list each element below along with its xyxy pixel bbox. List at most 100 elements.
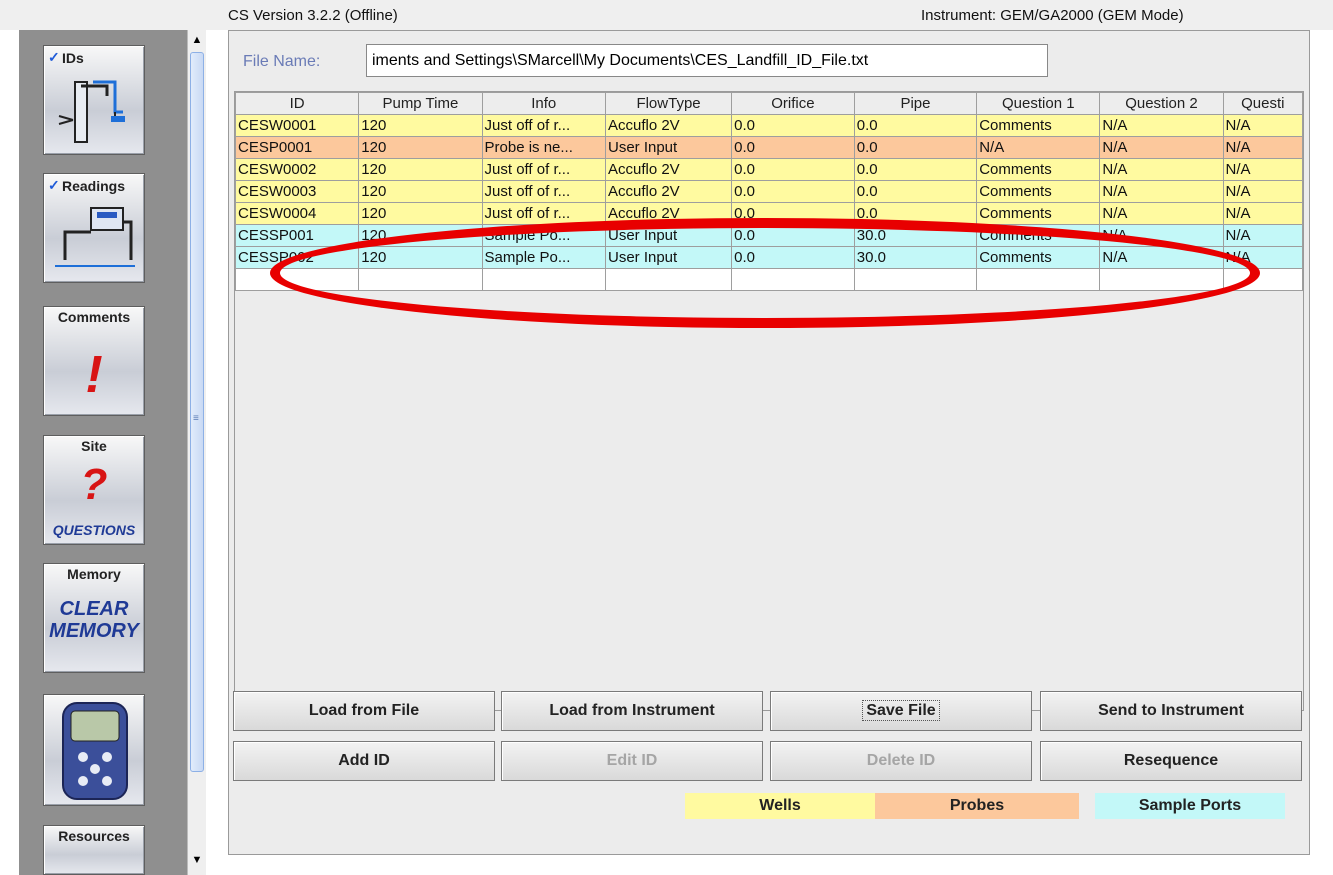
table-cell[interactable]: N/A — [1222, 180, 1303, 203]
table-cell[interactable]: Accuflo 2V — [604, 158, 733, 181]
site-button[interactable]: Site ? QUESTIONS — [43, 435, 145, 545]
toolbar-scroll-thumb[interactable]: ≡ — [190, 52, 204, 772]
table-cell[interactable] — [853, 268, 978, 291]
table-cell[interactable] — [731, 268, 855, 291]
table-cell[interactable]: CESW0001 — [235, 114, 360, 137]
table-cell[interactable]: Comments — [976, 180, 1101, 203]
load-from-instrument-button[interactable]: Load from Instrument — [501, 691, 763, 731]
table-cell[interactable]: 120 — [358, 136, 483, 159]
table-cell[interactable]: N/A — [976, 136, 1101, 159]
scroll-down-icon[interactable]: ▼ — [190, 852, 204, 868]
table-cell[interactable]: N/A — [1099, 158, 1224, 181]
table-cell[interactable]: Accuflo 2V — [604, 202, 733, 225]
table-cell[interactable]: Comments — [976, 246, 1101, 269]
table-cell[interactable]: CESW0003 — [235, 180, 360, 203]
column-header[interactable]: Info — [481, 92, 606, 115]
table-cell[interactable]: N/A — [1099, 246, 1224, 269]
table-cell[interactable]: Just off of r... — [481, 114, 606, 137]
table-cell[interactable]: 0.0 — [731, 136, 855, 159]
table-cell[interactable]: Comments — [976, 202, 1101, 225]
table-cell[interactable]: CESW0002 — [235, 158, 360, 181]
table-cell[interactable]: N/A — [1222, 246, 1303, 269]
table-cell[interactable]: N/A — [1222, 136, 1303, 159]
table-cell[interactable] — [1099, 268, 1224, 291]
table-cell[interactable]: N/A — [1099, 180, 1224, 203]
table-cell[interactable]: 120 — [358, 180, 483, 203]
table-cell[interactable] — [604, 268, 733, 291]
table-cell[interactable]: 120 — [358, 114, 483, 137]
table-cell[interactable]: User Input — [604, 246, 733, 269]
table-cell[interactable]: 120 — [358, 246, 483, 269]
table-cell[interactable]: 0.0 — [731, 158, 855, 181]
scroll-up-icon[interactable]: ▲ — [190, 32, 204, 48]
column-header[interactable]: Question 1 — [976, 92, 1101, 115]
column-header[interactable]: Question 2 — [1099, 92, 1224, 115]
table-cell[interactable]: N/A — [1222, 158, 1303, 181]
load-from-file-button[interactable]: Load from File — [233, 691, 495, 731]
edit-id-button[interactable]: Edit ID — [501, 741, 763, 781]
table-cell[interactable]: Just off of r... — [481, 158, 606, 181]
save-file-button[interactable]: Save File — [770, 691, 1032, 731]
instrument-button[interactable] — [43, 694, 145, 806]
table-cell[interactable]: 30.0 — [853, 246, 978, 269]
table-cell[interactable]: N/A — [1222, 224, 1303, 247]
table-cell[interactable]: Comments — [976, 114, 1101, 137]
table-cell[interactable] — [481, 268, 606, 291]
table-cell[interactable]: Accuflo 2V — [604, 180, 733, 203]
table-cell[interactable] — [358, 268, 483, 291]
table-cell[interactable] — [1222, 268, 1303, 291]
toolbar-scrollbar[interactable]: ▲ ≡ ▼ — [187, 30, 206, 875]
table-cell[interactable]: CESSP002 — [235, 246, 360, 269]
column-header[interactable]: Questi — [1222, 92, 1303, 115]
add-id-button[interactable]: Add ID — [233, 741, 495, 781]
table-row[interactable]: CESP0001 120 Probe is ne... User Input 0.0 0.… — [235, 136, 1303, 159]
table-cell[interactable]: N/A — [1222, 114, 1303, 137]
table-row[interactable]: CESW0003 120 Just off of r... Accuflo 2V 0.0… — [235, 180, 1303, 203]
table-cell[interactable]: User Input — [604, 136, 733, 159]
table-cell[interactable]: 0.0 — [853, 114, 978, 137]
table-row[interactable]: CESW0002 120 Just off of r... Accuflo 2V 0.0… — [235, 158, 1303, 181]
table-cell[interactable]: Comments — [976, 158, 1101, 181]
table-cell[interactable]: CESW0004 — [235, 202, 360, 225]
table-cell[interactable]: Sample Po... — [481, 224, 606, 247]
column-header[interactable]: Pipe — [853, 92, 978, 115]
resequence-button[interactable]: Resequence — [1040, 741, 1302, 781]
table-cell[interactable]: N/A — [1099, 202, 1224, 225]
table-cell[interactable]: 120 — [358, 158, 483, 181]
column-header[interactable]: ID — [235, 92, 360, 115]
table-cell[interactable]: 120 — [358, 202, 483, 225]
table-cell[interactable]: 0.0 — [731, 180, 855, 203]
empty-table-row[interactable] — [235, 268, 1303, 291]
table-cell[interactable]: 30.0 — [853, 224, 978, 247]
table-row[interactable]: CESSP002 120 Sample Po... User Input 0.0 30.0… — [235, 246, 1303, 269]
column-header[interactable]: Pump Time — [358, 92, 483, 115]
readings-button[interactable]: ✓ Readings — [43, 173, 145, 283]
table-cell[interactable]: 0.0 — [853, 180, 978, 203]
table-cell[interactable]: 0.0 — [853, 202, 978, 225]
table-cell[interactable]: 0.0 — [853, 136, 978, 159]
table-cell[interactable]: N/A — [1222, 202, 1303, 225]
table-cell[interactable] — [976, 268, 1101, 291]
resources-button[interactable]: Resources — [43, 825, 145, 875]
table-cell[interactable]: CESSP001 — [235, 224, 360, 247]
table-cell[interactable]: 0.0 — [731, 246, 855, 269]
table-cell[interactable]: 0.0 — [731, 224, 855, 247]
table-row[interactable]: CESSP001 120 Sample Po... User Input 0.0 30.0… — [235, 224, 1303, 247]
comments-button[interactable]: Comments ! — [43, 306, 145, 416]
table-cell[interactable]: 0.0 — [731, 114, 855, 137]
table-cell[interactable]: 0.0 — [853, 158, 978, 181]
table-cell[interactable]: Comments — [976, 224, 1101, 247]
table-cell[interactable]: User Input — [604, 224, 733, 247]
table-cell[interactable]: N/A — [1099, 114, 1224, 137]
column-header[interactable]: Orifice — [731, 92, 855, 115]
column-header[interactable]: FlowType — [604, 92, 733, 115]
table-cell[interactable]: 120 — [358, 224, 483, 247]
table-cell[interactable]: N/A — [1099, 224, 1224, 247]
send-to-instrument-button[interactable]: Send to Instrument — [1040, 691, 1302, 731]
table-row[interactable]: CESW0004 120 Just off of r... Accuflo 2V 0.0… — [235, 202, 1303, 225]
table-cell[interactable]: CESP0001 — [235, 136, 360, 159]
table-cell[interactable]: Accuflo 2V — [604, 114, 733, 137]
memory-button[interactable]: Memory CLEAR MEMORY — [43, 563, 145, 673]
table-cell[interactable]: Probe is ne... — [481, 136, 606, 159]
table-cell[interactable]: Sample Po... — [481, 246, 606, 269]
